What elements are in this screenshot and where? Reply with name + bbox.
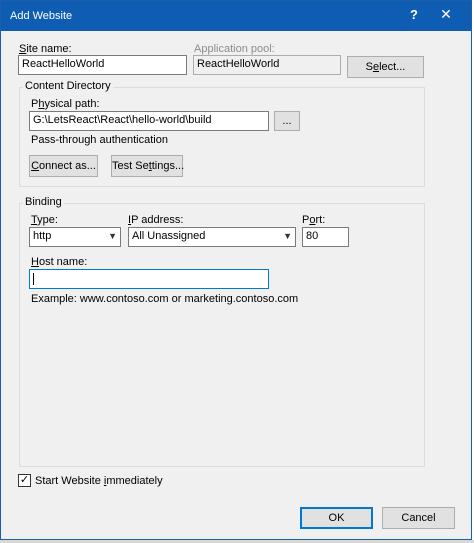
start-website-checkbox[interactable]: ✓	[18, 474, 31, 487]
cancel-button[interactable]: Cancel	[382, 507, 455, 529]
start-website-label: Start Website immediately	[35, 475, 163, 487]
host-name-input[interactable]	[29, 269, 269, 289]
content-directory-title: Content Directory	[23, 80, 113, 92]
ok-button[interactable]: OK	[300, 507, 373, 529]
help-icon[interactable]: ?	[403, 7, 425, 27]
add-website-dialog: Add Website ? ✕ Site name: ReactHelloWor…	[0, 0, 472, 540]
title-bar[interactable]: Add Website ? ✕	[1, 1, 471, 31]
host-name-example: Example: www.contoso.com or marketing.co…	[31, 293, 299, 305]
connect-as-button[interactable]: Connect as...	[29, 155, 98, 177]
port-label: Port:	[302, 214, 326, 226]
port-input[interactable]: 80	[302, 227, 349, 247]
application-pool-field: ReactHelloWorld	[193, 55, 341, 75]
site-name-input[interactable]: ReactHelloWorld	[18, 55, 187, 75]
type-label: Type:	[31, 214, 58, 226]
browse-button[interactable]: ...	[274, 111, 300, 131]
host-name-label: Host name:	[31, 256, 88, 268]
physical-path-input[interactable]: G:\LetsReact\React\hello-world\build	[29, 111, 269, 131]
authentication-text: Pass-through authentication	[31, 134, 168, 146]
chevron-down-icon: ▼	[108, 231, 117, 241]
physical-path-label: Physical path:	[31, 98, 100, 110]
text-caret	[33, 273, 34, 285]
chevron-down-icon: ▼	[283, 231, 292, 241]
ip-address-label: IP address:	[128, 214, 184, 226]
binding-title: Binding	[23, 196, 64, 208]
close-icon[interactable]: ✕	[433, 6, 459, 26]
test-settings-button[interactable]: Test Settings...	[111, 155, 184, 177]
ip-address-select[interactable]: All Unassigned ▼	[128, 227, 296, 247]
dialog-title: Add Website	[10, 10, 73, 22]
application-pool-label: Application pool:	[194, 43, 275, 55]
checkmark-icon: ✓	[19, 474, 30, 486]
select-pool-button[interactable]: Select...	[347, 56, 424, 78]
type-select[interactable]: http ▼	[29, 227, 121, 247]
site-name-label: Site name:	[19, 43, 72, 55]
